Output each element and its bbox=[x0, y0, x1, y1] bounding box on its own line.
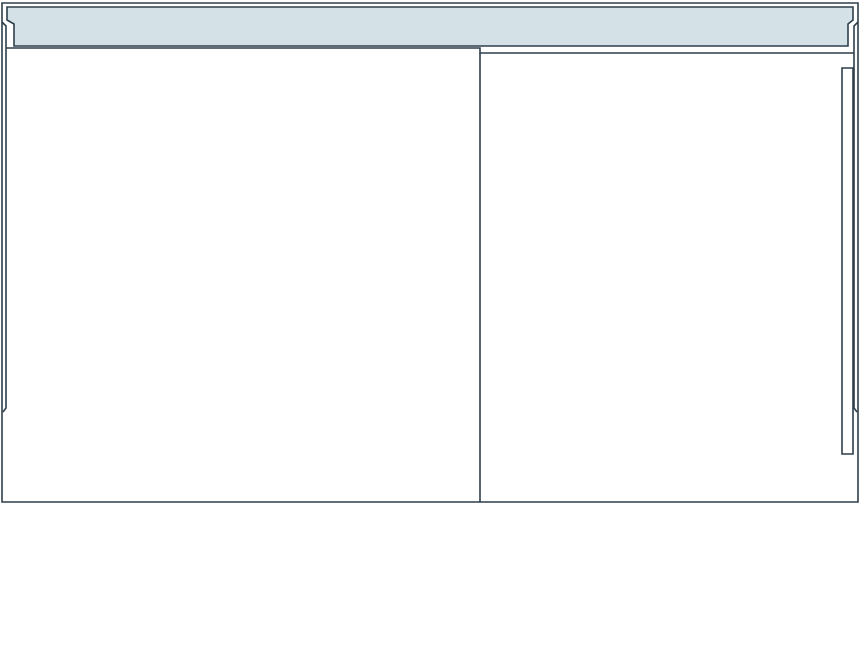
drawing-canvas bbox=[0, 0, 861, 650]
right-panel-strip bbox=[841, 67, 854, 455]
body-top-line bbox=[6, 47, 854, 54]
outer-frame bbox=[1, 2, 859, 503]
header-band bbox=[6, 6, 854, 47]
line-drawing bbox=[1, 2, 859, 503]
